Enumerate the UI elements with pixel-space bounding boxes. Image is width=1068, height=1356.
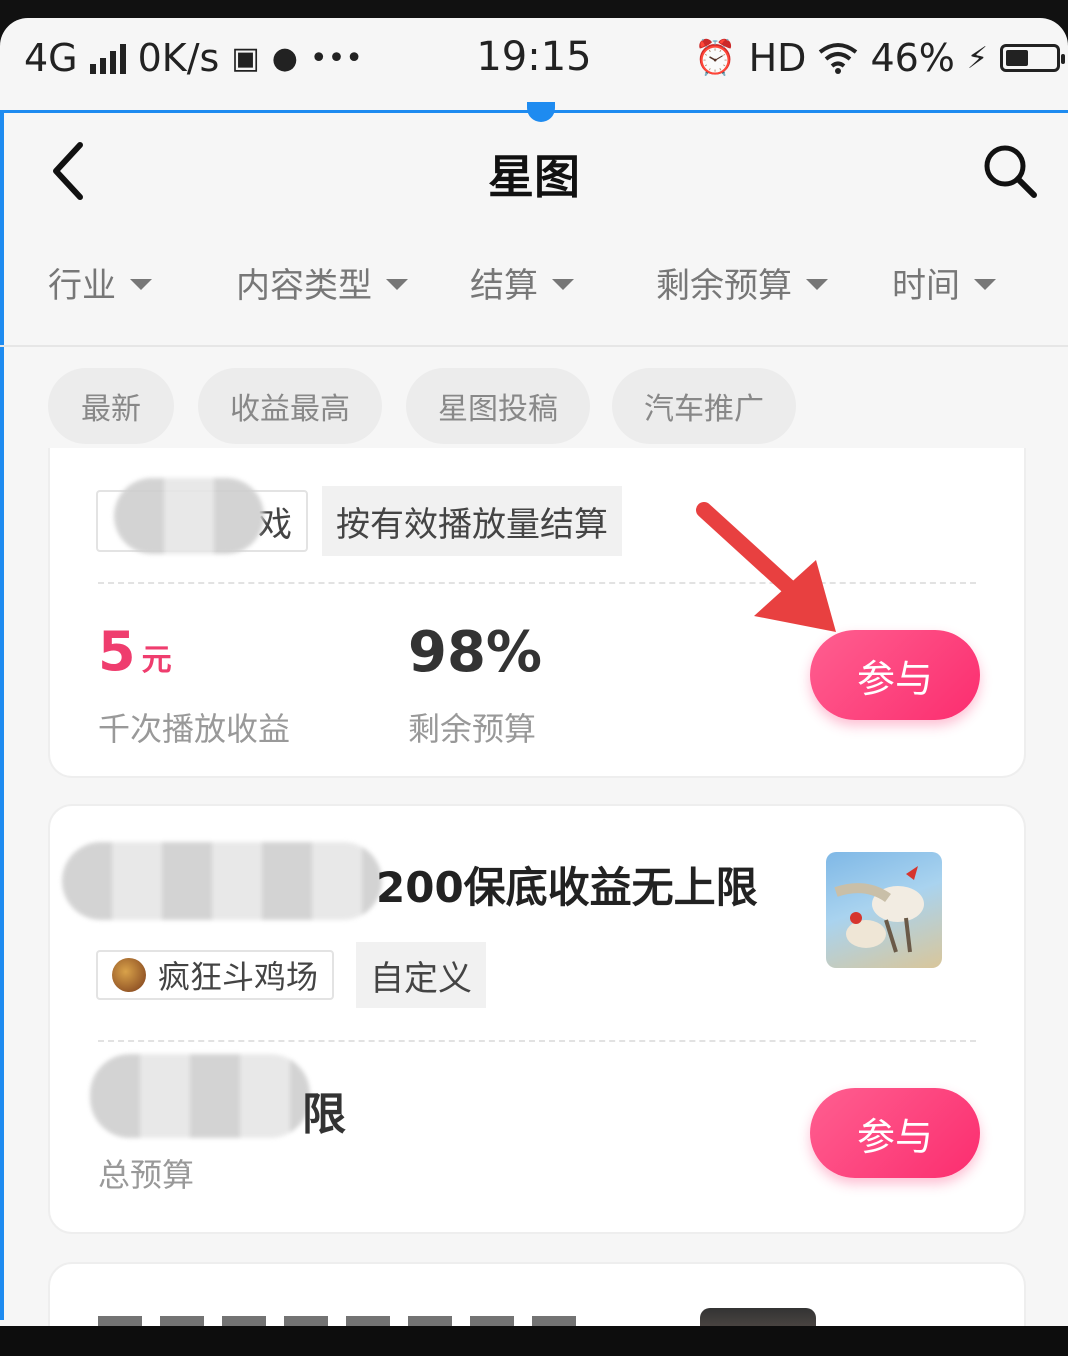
caret-down-icon (552, 279, 574, 290)
reward-value: 5 (98, 620, 136, 683)
battery-icon (1000, 44, 1065, 72)
rooster-icon (834, 866, 924, 953)
tag-newest[interactable]: 最新 (48, 368, 174, 444)
hd-label: HD (748, 36, 807, 80)
budget-value: 98% (408, 620, 543, 685)
filter-industry[interactable]: 行业 (48, 258, 152, 307)
filter-label: 内容类型 (236, 266, 372, 306)
wifi-icon (819, 43, 858, 74)
redacted-blur (90, 1054, 310, 1138)
reward-label: 千次播放收益 (98, 710, 291, 748)
arrow-annotation-icon (696, 502, 836, 632)
filter-bar: 行业 内容类型 结算 剩余预算 时间 (0, 258, 1068, 338)
settlement-tag: 自定义 (356, 942, 486, 1008)
reward-amount: 5元 (98, 620, 172, 683)
page-title: 星图 (488, 150, 580, 204)
quick-tags: 最新 收益最高 星图投稿 汽车推广 (0, 368, 1068, 448)
tag-car-promotion[interactable]: 汽车推广 (612, 368, 796, 444)
bottom-bar (0, 1326, 1068, 1356)
tag-highest-earnings[interactable]: 收益最高 (198, 368, 382, 444)
filter-label: 剩余预算 (656, 266, 792, 306)
redacted-blur (62, 842, 382, 920)
caret-down-icon (806, 279, 828, 290)
task-card[interactable]: 戏 按有效播放量结算 5元 千次播放收益 98% 剩余预算 参与 (48, 448, 1026, 778)
alarm-icon: ⏰ (694, 38, 737, 78)
caret-down-icon (130, 279, 152, 290)
task-card[interactable] (48, 1262, 1026, 1328)
filter-time[interactable]: 时间 (892, 258, 996, 307)
join-button[interactable]: 参与 (810, 1088, 980, 1178)
nav-bar: 星图 (0, 113, 1068, 223)
game-thumbnail (700, 1308, 816, 1328)
filter-settlement[interactable]: 结算 (470, 258, 574, 307)
filter-label: 行业 (48, 266, 116, 306)
filter-label: 结算 (470, 266, 538, 306)
budget-value: 限 (302, 1089, 346, 1140)
tag-xingtu-submission[interactable]: 星图投稿 (406, 368, 590, 444)
charging-icon: ⚡ (966, 40, 988, 76)
filter-divider (0, 345, 1068, 347)
game-thumbnail (826, 852, 942, 968)
phone-screen: 4G 0K/s ▣ ● ••• 19:15 ⏰ HD 46% ⚡ 星图 行业 内… (0, 18, 1068, 1328)
card-divider (98, 1040, 976, 1042)
status-bar: 4G 0K/s ▣ ● ••• 19:15 ⏰ HD 46% ⚡ (0, 18, 1068, 96)
game-tag-text: 疯狂斗鸡场 (158, 958, 319, 996)
caret-down-icon (386, 279, 408, 290)
settlement-tag: 按有效播放量结算 (322, 486, 622, 556)
task-card[interactable]: 200保底收益无上限 疯狂斗鸡场 自定义 限 总预算 参与 (48, 804, 1026, 1234)
game-avatar (112, 958, 146, 992)
filter-content-type[interactable]: 内容类型 (236, 258, 408, 307)
caret-down-icon (974, 279, 996, 290)
battery-percent: 46% (870, 36, 955, 80)
search-icon[interactable] (980, 141, 1040, 201)
game-tag: 疯狂斗鸡场 (96, 950, 335, 1000)
filter-label: 时间 (892, 266, 960, 306)
filter-remaining-budget[interactable]: 剩余预算 (656, 258, 828, 307)
redacted-blur (114, 478, 264, 554)
budget-label: 剩余预算 (408, 710, 537, 748)
reward-unit: 元 (141, 643, 172, 678)
budget-label: 总预算 (98, 1156, 195, 1194)
task-title: 200保底收益无上限 (376, 863, 758, 912)
